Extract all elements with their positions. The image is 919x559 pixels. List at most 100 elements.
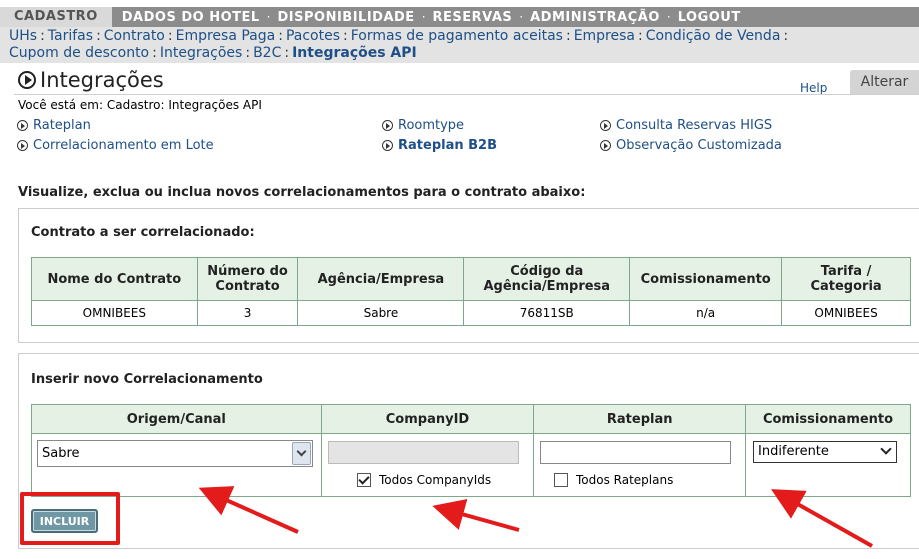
column-header: CompanyID <box>320 404 535 434</box>
column-header: Rateplan <box>533 404 747 434</box>
chevron-down-icon <box>880 442 892 457</box>
column-header: Comissionamento <box>629 257 783 301</box>
subnav-empresa-paga[interactable]: Empresa Paga <box>176 28 276 44</box>
subnav-separator: : <box>40 28 45 44</box>
subnav-pacotes[interactable]: Pacotes <box>286 28 340 44</box>
contract-table-header-row: Nome do Contrato Número do Contrato Agên… <box>31 257 911 301</box>
origem-select[interactable]: Sabre <box>37 440 313 467</box>
link-label: Rateplan B2B <box>398 138 497 153</box>
contract-table: Nome do Contrato Número do Contrato Agên… <box>31 257 911 326</box>
nav-logout[interactable]: LOGOUT <box>674 10 745 25</box>
integration-links: Rateplan Roomtype Consulta Reservas HIGS… <box>0 118 919 158</box>
insert-panel-title: Inserir novo Correlacionamento <box>31 372 263 387</box>
column-header: Comissionamento <box>745 404 911 434</box>
page-title: Integrações <box>18 68 164 92</box>
column-header: Nome do Contrato <box>31 257 198 301</box>
rateplan-input[interactable] <box>540 441 731 464</box>
todos-rateplans-option[interactable]: Todos Rateplans <box>554 473 673 487</box>
subnav-empresa[interactable]: Empresa <box>574 28 635 44</box>
agency-code-cell: 76811SB <box>463 300 631 326</box>
top-navigation: CADASTRO DADOS DO HOTEL · DISPONIBILIDAD… <box>0 7 919 27</box>
sub-navigation: UHs: Tarifas: Contrato: Empresa Paga: Pacote… <box>0 27 919 63</box>
page-title-text: Integrações <box>40 68 164 92</box>
alterar-tab[interactable]: Alterar <box>850 70 919 94</box>
subnav-separator: : <box>638 28 643 44</box>
nav-separator: · <box>421 10 426 24</box>
arrow-bullet-icon <box>382 140 393 151</box>
origem-selected-value: Sabre <box>42 446 80 461</box>
subnav-separator: : <box>783 28 789 44</box>
column-header: Agência/Empresa <box>297 257 465 301</box>
subnav-separator: : <box>278 28 283 44</box>
nav-separator: · <box>266 10 271 24</box>
arrow-bullet-icon <box>600 140 611 151</box>
subnav-tarifas[interactable]: Tarifas <box>48 28 93 44</box>
circle-arrow-icon <box>18 71 36 89</box>
todos-rateplans-checkbox[interactable] <box>554 473 568 487</box>
comissionamento-selected-value: Indiferente <box>758 444 829 459</box>
todos-companyids-label: Todos CompanyIds <box>379 473 492 487</box>
nav-dados-do-hotel[interactable]: DADOS DO HOTEL <box>118 10 264 25</box>
link-correlacionamento-lote[interactable]: Correlacionamento em Lote <box>17 138 214 153</box>
nav-separator: · <box>666 10 671 24</box>
rate-category-cell: OMNIBEES <box>781 300 911 326</box>
subnav-separator: : <box>167 28 173 44</box>
column-header: Tarifa / Categoria <box>781 257 911 301</box>
subnav-uhs[interactable]: UHs <box>9 28 37 44</box>
nav-administracao[interactable]: ADMINISTRAÇÃO <box>526 10 664 25</box>
link-label: Observação Customizada <box>616 138 782 153</box>
todos-rateplans-label: Todos Rateplans <box>576 473 674 487</box>
comissionamento-select[interactable]: Indiferente <box>753 441 897 463</box>
contract-panel-title: Contrato a ser correlacionado: <box>31 225 255 240</box>
subnav-integracoes[interactable]: Integrações <box>160 45 243 61</box>
help-link[interactable]: Help <box>800 81 827 95</box>
subnav-separator: : <box>152 45 157 61</box>
subnav-formas-pagamento[interactable]: Formas de pagamento aceitas <box>351 28 563 44</box>
todos-companyids-option[interactable]: Todos CompanyIds <box>357 473 491 487</box>
arrow-bullet-icon <box>17 140 28 151</box>
breadcrumb: Você está em: Cadastro: Integrações API <box>18 98 262 112</box>
link-rateplan-b2b[interactable]: Rateplan B2B <box>382 138 497 153</box>
arrow-bullet-icon <box>600 120 611 131</box>
insert-table-header-row: Origem/Canal CompanyID Rateplan Comissio… <box>31 404 911 434</box>
link-label: Rateplan <box>33 118 91 133</box>
subnav-integracoes-api[interactable]: Integrações API <box>292 45 417 61</box>
subnav-separator: : <box>343 28 348 44</box>
column-header: Número do Contrato <box>196 257 299 301</box>
subnav-cupom-desconto[interactable]: Cupom de desconto <box>9 45 149 61</box>
link-consulta-reservas[interactable]: Consulta Reservas HIGS <box>600 118 772 133</box>
subnav-separator: : <box>565 28 571 44</box>
contract-number-cell: 3 <box>196 300 299 326</box>
nav-separator: · <box>519 10 524 24</box>
nav-disponibilidade[interactable]: DISPONIBILIDADE <box>274 10 419 25</box>
dropdown-button[interactable] <box>292 442 311 465</box>
contract-panel: Contrato a ser correlacionado: Nome do C… <box>18 208 919 343</box>
link-roomtype[interactable]: Roomtype <box>382 118 464 133</box>
link-label: Consulta Reservas HIGS <box>616 118 773 133</box>
link-label: Roomtype <box>398 118 465 133</box>
commission-cell: n/a <box>629 300 783 326</box>
subnav-separator: : <box>245 45 251 61</box>
todos-companyids-checkbox[interactable] <box>357 473 371 487</box>
contract-name-cell: OMNIBEES <box>31 300 198 326</box>
chevron-down-icon <box>296 446 307 457</box>
column-header: Origem/Canal <box>31 404 322 434</box>
table-row: OMNIBEES 3 Sabre 76811SB n/a OMNIBEES <box>31 300 911 326</box>
column-header: Código da Agência/Empresa <box>463 257 631 301</box>
companyid-input <box>328 441 519 464</box>
title-divider <box>14 94 919 95</box>
subnav-condicao-venda[interactable]: Condição de Venda <box>646 28 781 44</box>
link-rateplan[interactable]: Rateplan <box>17 118 91 133</box>
link-label: Correlacionamento em Lote <box>33 138 214 153</box>
nav-reservas[interactable]: RESERVAS <box>429 10 517 25</box>
link-observacao-customizada[interactable]: Observação Customizada <box>600 138 782 153</box>
annotation-highlight-box <box>20 492 120 545</box>
intro-text: Visualize, exclua ou inclua novos correl… <box>18 185 586 200</box>
subnav-contrato[interactable]: Contrato <box>104 28 165 44</box>
subnav-separator: : <box>284 45 290 61</box>
subnav-b2c[interactable]: B2C <box>253 45 281 61</box>
arrow-bullet-icon <box>382 120 393 131</box>
subnav-separator: : <box>96 28 101 44</box>
nav-cadastro[interactable]: CADASTRO <box>0 7 112 27</box>
agency-cell: Sabre <box>297 300 465 326</box>
